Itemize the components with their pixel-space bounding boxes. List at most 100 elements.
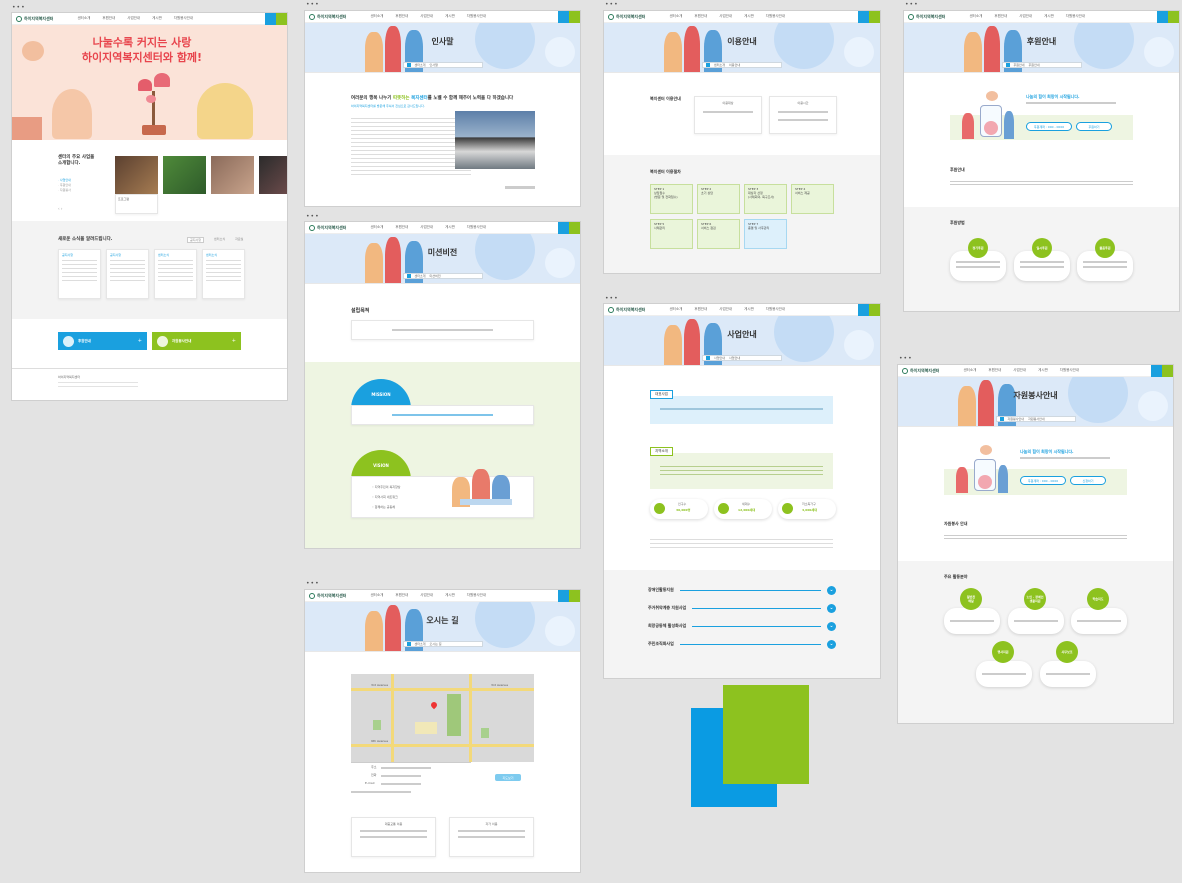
home-icon[interactable] [706, 63, 710, 67]
accordion-item[interactable]: 장애인활동지원 ⌄ [648, 584, 836, 596]
nav-item[interactable]: 사업안내 [1013, 368, 1026, 373]
nav-item[interactable]: 게시판 [445, 14, 455, 19]
location-map[interactable]: 3rd Avenue 3rd Avenue 9th Avenue [351, 674, 534, 762]
site-logo[interactable]: 하이지역복지센터 [309, 13, 346, 20]
nav-item[interactable]: 센터소개 [969, 14, 982, 19]
news-card[interactable]: 공지사항 [106, 249, 149, 299]
donate-now-button[interactable]: 후원하기 [1076, 122, 1112, 131]
quick-donate-button[interactable]: 후원안내 + [58, 332, 147, 350]
nav-item[interactable]: 자원봉사안내 [467, 593, 486, 598]
breadcrumb-item[interactable]: 자원봉사안내 [1008, 417, 1025, 421]
nav-item[interactable]: 후원안내 [395, 225, 408, 230]
breadcrumb-item[interactable]: 후원안내 [1029, 63, 1040, 67]
nav-item[interactable]: 게시판 [1038, 368, 1048, 373]
nav-item[interactable]: 사업안내 [719, 307, 732, 312]
site-logo[interactable]: 하이지역복지센터 [309, 592, 346, 599]
nav-item[interactable]: 후원안내 [694, 14, 707, 19]
sitemap-button[interactable] [276, 13, 287, 25]
volunteer-apply-button[interactable]: 신청하기 [1070, 476, 1106, 485]
nav-item[interactable]: 사업안내 [1019, 14, 1032, 19]
map-view-button[interactable]: 지도보기 [495, 774, 521, 781]
nav-item[interactable]: 센터소개 [669, 307, 682, 312]
program-photo[interactable] [115, 156, 158, 194]
nav-item[interactable]: 센터소개 [370, 593, 383, 598]
nav-item[interactable]: 자원봉사안내 [766, 14, 785, 19]
nav-item[interactable]: 사업안내 [420, 593, 433, 598]
breadcrumb-item[interactable]: 오시는 길 [430, 642, 442, 646]
program-photo[interactable] [211, 156, 254, 194]
breadcrumb-item[interactable]: 사업안내 [714, 356, 725, 360]
login-button[interactable] [558, 222, 569, 234]
sitemap-button[interactable] [569, 222, 580, 234]
login-button[interactable] [558, 11, 569, 23]
login-button[interactable] [858, 304, 869, 316]
breadcrumb-item[interactable]: 센터소개 [415, 274, 426, 278]
intro-link[interactable]: · 자원봉사 [58, 188, 71, 193]
site-logo[interactable]: 하이지역복지센터 [16, 15, 53, 22]
nav-item[interactable]: 자원봉사안내 [1060, 368, 1079, 373]
site-logo[interactable]: 하이지역복지센터 [608, 306, 645, 313]
nav-item[interactable]: 후원안내 [988, 368, 1001, 373]
nav-item[interactable]: 게시판 [744, 14, 754, 19]
news-card[interactable]: 센터소식 [154, 249, 197, 299]
breadcrumb-item[interactable]: 사업안내 [729, 356, 740, 360]
nav-item[interactable]: 자원봉사안내 [174, 16, 193, 21]
nav-item[interactable]: 자원봉사안내 [766, 307, 785, 312]
nav-item[interactable]: 후원안내 [395, 593, 408, 598]
sitemap-button[interactable] [569, 11, 580, 23]
site-logo[interactable]: 하이지역복지센터 [902, 367, 939, 374]
home-icon[interactable] [406, 642, 411, 646]
sitemap-button[interactable] [869, 11, 880, 23]
home-icon[interactable] [999, 417, 1004, 421]
breadcrumb-item[interactable]: 인사말 [430, 63, 438, 67]
nav-item[interactable]: 자원봉사안내 [467, 14, 486, 19]
nav-item[interactable]: 센터소개 [963, 368, 976, 373]
site-logo[interactable]: 하이지역복지센터 [908, 13, 945, 20]
nav-item[interactable]: 사업안내 [420, 225, 433, 230]
home-icon[interactable] [1005, 63, 1010, 67]
login-button[interactable] [558, 590, 569, 602]
volunteer-account-button[interactable]: 후원계좌 : 000 - 0000 [1020, 476, 1066, 485]
program-photo[interactable] [163, 156, 206, 194]
accordion-item[interactable]: 주민조직화사업 ⌄ [648, 638, 836, 650]
donate-account-button[interactable]: 후원계좌 : 000 - 0000 [1026, 122, 1072, 131]
sitemap-button[interactable] [569, 590, 580, 602]
accordion-item[interactable]: 주거취약계층 지원사업 ⌄ [648, 602, 836, 614]
breadcrumb-item[interactable]: 후원안내 [1014, 63, 1025, 67]
nav-item[interactable]: 센터소개 [669, 14, 682, 19]
nav-item[interactable]: 사업안내 [420, 14, 433, 19]
program-photo[interactable] [259, 156, 287, 194]
chevron-down-icon[interactable]: ⌄ [827, 585, 836, 595]
site-logo[interactable]: 하이지역복지센터 [608, 13, 645, 20]
news-tab[interactable]: 공지사항 [187, 237, 205, 243]
sitemap-button[interactable] [1168, 11, 1179, 23]
nav-item[interactable]: 후원안내 [102, 16, 115, 21]
login-button[interactable] [1151, 365, 1162, 377]
nav-item[interactable]: 게시판 [744, 307, 754, 312]
program-card[interactable]: 프로그램 [115, 194, 158, 214]
site-logo[interactable]: 하이지역복지센터 [309, 224, 346, 231]
news-tab[interactable]: 자료실 [235, 237, 243, 243]
news-card[interactable]: 센터소식 [202, 249, 245, 299]
login-button[interactable] [265, 13, 276, 25]
accordion-item[interactable]: 희망공동체 활성화사업 ⌄ [648, 620, 836, 632]
nav-item[interactable]: 게시판 [152, 16, 162, 21]
nav-item[interactable]: 자원봉사안내 [467, 225, 486, 230]
nav-item[interactable]: 센터소개 [370, 14, 383, 19]
nav-item[interactable]: 센터소개 [77, 16, 90, 21]
login-button[interactable] [1157, 11, 1168, 23]
nav-item[interactable]: 게시판 [445, 593, 455, 598]
chevron-down-icon[interactable]: ⌄ [827, 603, 836, 613]
breadcrumb-item[interactable]: 자원봉사안내 [1028, 417, 1045, 421]
nav-item[interactable]: 사업안내 [719, 14, 732, 19]
sitemap-button[interactable] [1162, 365, 1173, 377]
sitemap-button[interactable] [869, 304, 880, 316]
breadcrumb-item[interactable]: 이용안내 [729, 63, 740, 67]
nav-item[interactable]: 후원안내 [694, 307, 707, 312]
news-card[interactable]: 공지사항 [58, 249, 101, 299]
home-icon[interactable] [406, 63, 411, 67]
home-icon[interactable] [406, 274, 411, 278]
breadcrumb-item[interactable]: 센터소개 [714, 63, 725, 67]
nav-item[interactable]: 후원안내 [395, 14, 408, 19]
quick-volunteer-button[interactable]: 자원봉사안내 + [152, 332, 241, 350]
